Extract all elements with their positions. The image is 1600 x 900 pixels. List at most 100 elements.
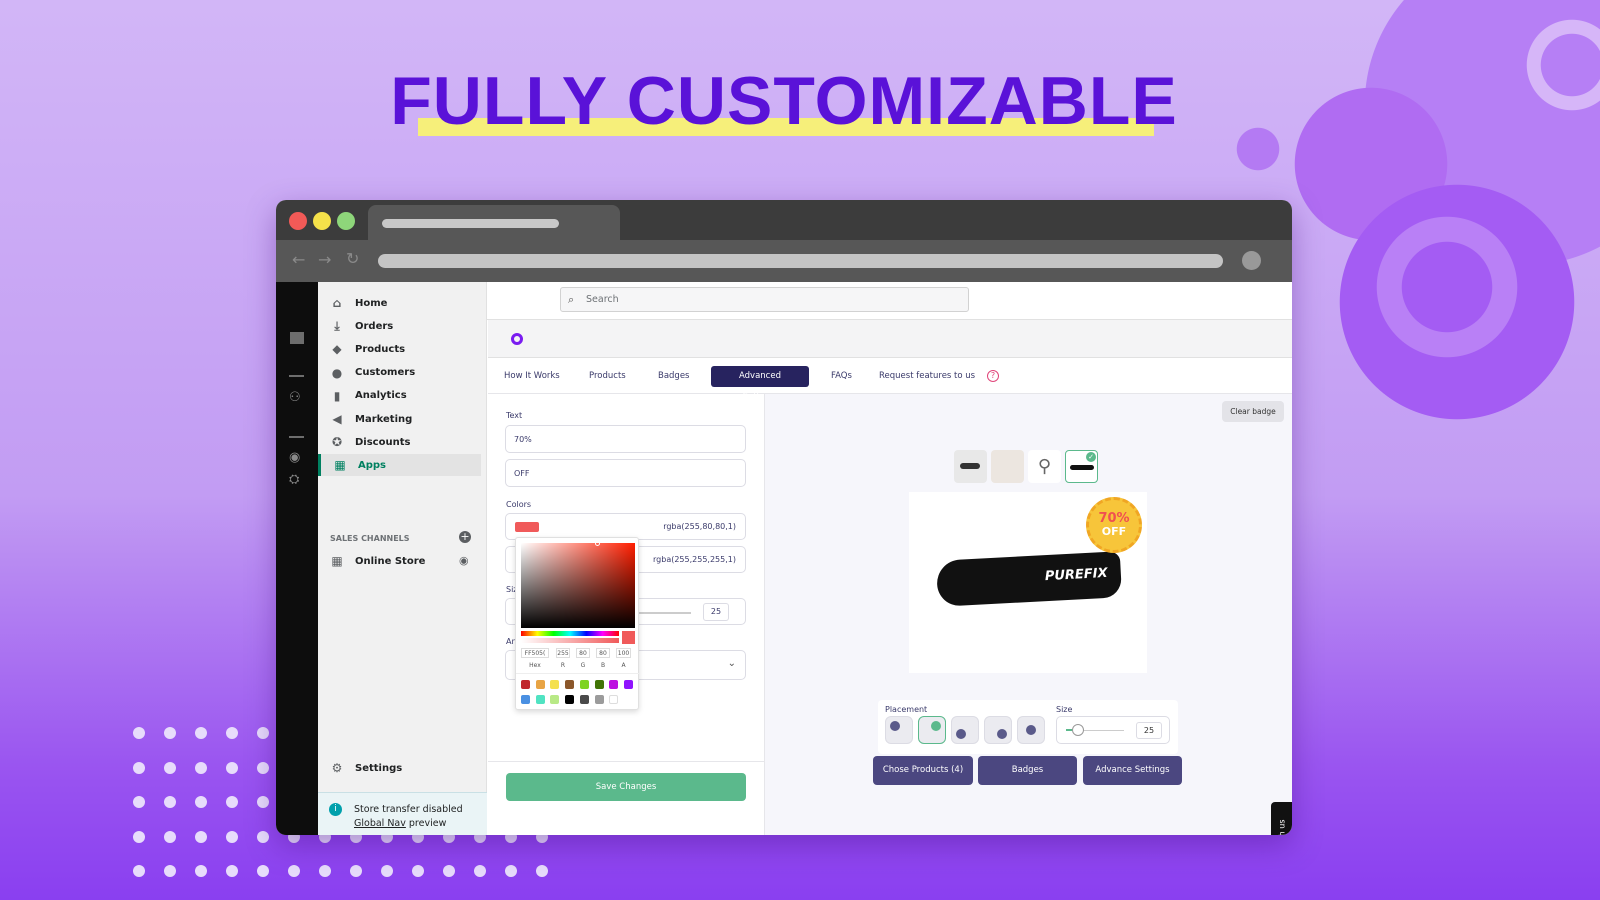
- color-swatch[interactable]: [594, 680, 604, 689]
- color1-input[interactable]: rgba(255,80,80,1): [505, 513, 746, 540]
- decor-dot: [288, 865, 300, 877]
- back-icon[interactable]: ←: [292, 250, 305, 269]
- globe-settings-icon[interactable]: ◉: [289, 450, 300, 465]
- size-slider-track[interactable]: [636, 612, 691, 614]
- placement-center[interactable]: [1017, 716, 1045, 744]
- tab-products[interactable]: Products: [579, 366, 636, 387]
- placement-size-card: Placement Size 25: [878, 700, 1178, 754]
- tab-request-features[interactable]: Request features to us: [869, 366, 985, 387]
- color-swatch[interactable]: [565, 695, 575, 704]
- picker-hex-label: Hex: [529, 662, 541, 669]
- tab-badges[interactable]: Badges: [648, 366, 700, 387]
- tab-bar: How It Works Products Badges Advanced Se…: [488, 358, 1292, 402]
- picker-g-input[interactable]: 80: [576, 648, 590, 658]
- decor-dot: [412, 865, 424, 877]
- search-input[interactable]: ⌕ Search: [560, 287, 969, 312]
- chevron-down-icon: ⌄: [727, 658, 736, 669]
- color-swatch[interactable]: [550, 680, 560, 689]
- placement-top-right[interactable]: [918, 716, 946, 744]
- color-swatch[interactable]: [535, 695, 545, 704]
- product-thumb[interactable]: [954, 450, 987, 483]
- product-thumb[interactable]: ⚲: [1028, 450, 1061, 483]
- badges-button[interactable]: Badges: [978, 756, 1077, 785]
- picker-g-label: G: [580, 662, 586, 669]
- sidebar-item-home[interactable]: ⌂ Home: [330, 292, 480, 314]
- close-button[interactable]: [289, 212, 307, 230]
- sales-channels-heading: SALES CHANNELS: [330, 534, 410, 543]
- color-swatch[interactable]: [594, 695, 604, 704]
- sidebar-item-products[interactable]: ◆ Products: [330, 338, 480, 360]
- apps-icon: ▦: [334, 458, 346, 473]
- decor-dot: [195, 830, 207, 843]
- color1-swatch[interactable]: [515, 522, 539, 532]
- text-line2-input[interactable]: OFF: [505, 459, 746, 487]
- advance-settings-button[interactable]: Advance Settings: [1083, 756, 1182, 785]
- minimize-button[interactable]: [313, 212, 331, 230]
- color-swatch[interactable]: [521, 680, 530, 689]
- sidebar-item-discounts[interactable]: ✪ Discounts: [330, 431, 480, 453]
- browser-tab[interactable]: [368, 205, 620, 240]
- product-thumb-selected[interactable]: ✓: [1065, 450, 1098, 483]
- store-settings-icon[interactable]: ⛭: [289, 472, 299, 487]
- color-swatch[interactable]: [623, 680, 633, 689]
- sidebar-item-marketing[interactable]: ◀ Marketing: [330, 408, 480, 430]
- layout-icon[interactable]: [290, 332, 304, 344]
- sidebar-item-customers[interactable]: ● Customers: [330, 362, 480, 384]
- divider: [488, 761, 765, 762]
- reload-icon[interactable]: ↻: [346, 249, 359, 268]
- saturation-handle[interactable]: [595, 541, 600, 546]
- color-swatch[interactable]: [535, 680, 545, 689]
- decor-dot: [164, 796, 176, 808]
- color-swatch[interactable]: [550, 695, 560, 704]
- preview-panel: Clear badge ⚲ ✓ PUREFIX 70% OFF Placemen…: [765, 394, 1292, 835]
- placement-bottom-right[interactable]: [984, 716, 1012, 744]
- badge-line2: OFF: [1101, 525, 1127, 538]
- placement-bottom-left[interactable]: [951, 716, 979, 744]
- color-swatch[interactable]: [579, 680, 589, 689]
- picker-hex-input[interactable]: FF505(: [521, 648, 549, 658]
- sidebar-item-label: Products: [355, 343, 406, 355]
- sidebar-item-orders[interactable]: ⤓ Orders: [330, 315, 480, 337]
- color-swatch[interactable]: [565, 680, 575, 689]
- forward-icon[interactable]: →: [318, 250, 331, 269]
- save-changes-button[interactable]: Save Changes: [506, 773, 746, 801]
- picker-b-input[interactable]: 80: [596, 648, 610, 658]
- profile-icon[interactable]: [1242, 251, 1261, 270]
- picker-r-input[interactable]: 255: [556, 648, 570, 658]
- product-thumb[interactable]: [991, 450, 1024, 483]
- global-nav-link[interactable]: Global Nav: [354, 818, 406, 829]
- color-swatch[interactable]: [521, 695, 530, 704]
- add-channel-icon[interactable]: +: [459, 531, 471, 543]
- saturation-area[interactable]: [521, 543, 635, 628]
- sidebar-item-settings[interactable]: ⚙ Settings: [330, 757, 480, 779]
- decor-dot: [164, 727, 176, 739]
- headline: FULLY CUSTOMIZABLE: [390, 63, 1178, 139]
- tab-advanced-settings[interactable]: Advanced Settings: [711, 366, 809, 402]
- color-swatch[interactable]: [579, 695, 589, 704]
- hue-slider[interactable]: [521, 631, 619, 636]
- placement-top-left[interactable]: [885, 716, 913, 744]
- network-icon[interactable]: ⚇: [289, 390, 301, 405]
- eye-icon[interactable]: ◉: [459, 554, 469, 567]
- maximize-button[interactable]: [337, 212, 355, 230]
- alpha-slider[interactable]: [521, 638, 619, 643]
- clear-badge-button[interactable]: Clear badge: [1222, 401, 1284, 422]
- sidebar-item-analytics[interactable]: ▮ Analytics: [330, 385, 480, 407]
- color-swatch[interactable]: [609, 695, 619, 704]
- color-swatch[interactable]: [609, 680, 619, 689]
- sidebar-item-online-store[interactable]: ▦ Online Store: [330, 550, 480, 572]
- chose-products-button[interactable]: Chose Products (4): [873, 756, 973, 785]
- size-slider-handle[interactable]: [1071, 724, 1084, 736]
- tab-faqs[interactable]: FAQs: [821, 366, 862, 387]
- tab-how-it-works[interactable]: How It Works: [494, 366, 570, 387]
- text-line1-input[interactable]: 70%: [505, 425, 746, 453]
- chat-with-us-tab[interactable]: Chat with us: [1271, 802, 1292, 835]
- help-icon[interactable]: ?: [987, 370, 999, 382]
- picker-a-input[interactable]: 100: [616, 648, 631, 658]
- product-brand-text: PUREFIX: [1044, 565, 1108, 585]
- decor-dot: [133, 727, 145, 739]
- size-stepper[interactable]: 25: [1136, 722, 1162, 739]
- address-bar[interactable]: [378, 254, 1223, 268]
- size-stepper[interactable]: 25: [703, 603, 729, 621]
- sidebar-item-apps[interactable]: ▦ Apps: [318, 454, 481, 477]
